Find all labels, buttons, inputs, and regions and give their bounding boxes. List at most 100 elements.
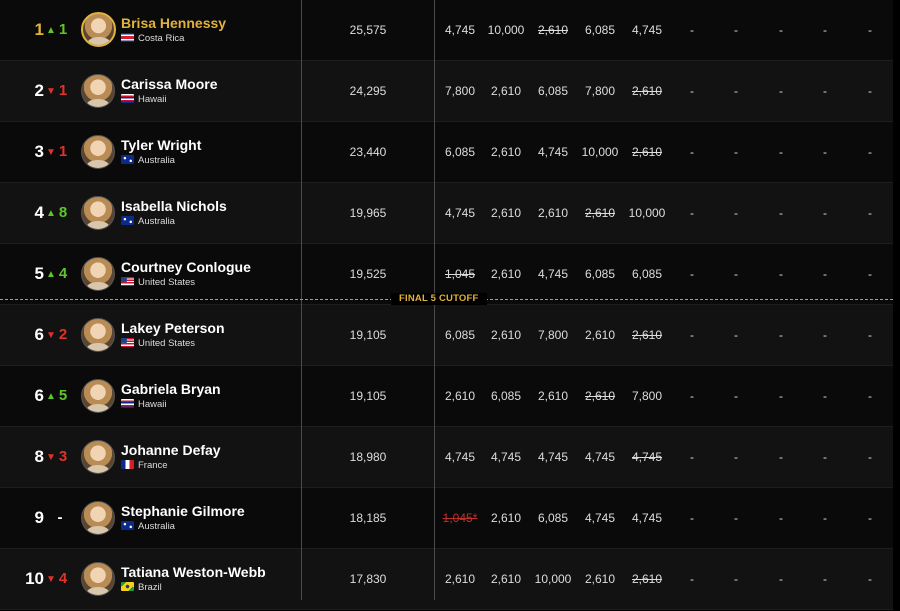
event-score: 2,610: [490, 84, 522, 98]
athlete-country: Hawaii: [121, 94, 167, 106]
rankings-table: 1 ▲ 1 Brisa Hennessy Costa Rica 25,575 4,745 10…: [0, 0, 893, 610]
rank-change: ▼ 2: [46, 326, 68, 343]
event-score-empty: -: [868, 450, 872, 464]
event-score-empty: -: [823, 389, 827, 403]
event-score: 6,085: [537, 84, 569, 98]
event-score-empty: -: [690, 572, 694, 586]
event-score-empty: -: [779, 389, 783, 403]
table-row[interactable]: 6 ▼ 2 Lakey Peterson United States 19,105 6,08…: [0, 305, 893, 366]
rank: 1: [34, 20, 44, 39]
athlete-country: Australia: [121, 155, 175, 167]
table-row[interactable]: 10 ▼ 4 Tatiana Weston-Webb Brazil 17,830 2,610…: [0, 549, 893, 610]
avatar[interactable]: [81, 562, 115, 596]
event-score-empty: -: [734, 389, 738, 403]
event-score: 4,745: [444, 23, 476, 37]
avatar[interactable]: [81, 257, 115, 291]
athlete-name[interactable]: Brisa Hennessy: [121, 15, 226, 31]
table-row[interactable]: 4 ▲ 8 Isabella Nichols Australia 19,965 4,745 2…: [0, 183, 893, 244]
avatar[interactable]: [81, 135, 115, 169]
athlete-country: Hawaii: [121, 399, 167, 411]
athlete-name[interactable]: Johanne Defay: [121, 442, 221, 458]
event-score-empty: -: [779, 206, 783, 220]
arrow-down-icon: ▼: [46, 574, 56, 585]
rank: 9: [34, 508, 44, 527]
table-row[interactable]: 9- Stephanie Gilmore Australia 18,185 1,045*…: [0, 488, 893, 549]
athlete-name[interactable]: Gabriela Bryan: [121, 381, 221, 397]
arrow-down-icon: ▼: [46, 147, 56, 158]
event-score: 6,085: [537, 511, 569, 525]
event-score: 2,610: [584, 572, 616, 586]
total-points: 25,575: [349, 23, 387, 37]
arrow-up-icon: ▲: [46, 208, 56, 219]
avatar[interactable]: [81, 501, 115, 535]
event-score: 4,745: [444, 206, 476, 220]
event-score: 6,085: [490, 389, 522, 403]
rank: 10: [25, 569, 44, 588]
event-score-empty: -: [868, 206, 872, 220]
avatar[interactable]: [81, 196, 115, 230]
event-score: 2,610: [631, 145, 663, 159]
table-row[interactable]: 6 ▲ 5 Gabriela Bryan Hawaii 19,105 2,610 6,085 2…: [0, 366, 893, 427]
table-row[interactable]: 1 ▲ 1 Brisa Hennessy Costa Rica 25,575 4,745 10…: [0, 0, 893, 61]
athlete-name[interactable]: Stephanie Gilmore: [121, 503, 245, 519]
event-score: 2,610: [490, 572, 522, 586]
event-score: 4,745: [537, 267, 569, 281]
avatar[interactable]: [81, 74, 115, 108]
event-score-empty: -: [779, 511, 783, 525]
event-score: 10,000: [628, 206, 666, 220]
event-score: 4,745: [631, 511, 663, 525]
athlete-name[interactable]: Tatiana Weston-Webb: [121, 564, 266, 580]
table-row[interactable]: 2 ▼ 1 Carissa Moore Hawaii 24,295 7,800 2,610 6,…: [0, 61, 893, 122]
avatar[interactable]: [81, 12, 116, 47]
event-score: 6,085: [444, 328, 476, 342]
usa-flag-icon: [121, 277, 134, 286]
event-score: 7,800: [537, 328, 569, 342]
athlete-name[interactable]: Tyler Wright: [121, 137, 201, 153]
rank: 2: [34, 81, 44, 100]
event-score-empty: -: [823, 511, 827, 525]
rank: 5: [34, 264, 44, 283]
event-score-empty: -: [734, 206, 738, 220]
arrow-down-icon: ▼: [46, 86, 56, 97]
athlete-name[interactable]: Carissa Moore: [121, 76, 217, 92]
event-score-empty: -: [868, 145, 872, 159]
athlete-name[interactable]: Isabella Nichols: [121, 198, 227, 214]
event-score: 2,610: [631, 572, 663, 586]
event-score-empty: -: [690, 267, 694, 281]
australia-flag-icon: [121, 521, 134, 530]
event-score-empty: -: [734, 511, 738, 525]
event-score: 2,610: [584, 328, 616, 342]
event-score-empty: -: [779, 84, 783, 98]
cutoff-label: FINAL 5 CUTOFF: [391, 293, 487, 305]
event-score-empty: -: [823, 206, 827, 220]
table-row[interactable]: 3 ▼ 1 Tyler Wright Australia 23,440 6,085 2,610…: [0, 122, 893, 183]
rank-change: -: [57, 509, 63, 526]
event-score: 2,610: [537, 23, 569, 37]
event-score-empty: -: [823, 84, 827, 98]
arrow-up-icon: ▲: [46, 391, 56, 402]
event-score: 2,610: [631, 84, 663, 98]
event-score-empty: -: [823, 267, 827, 281]
event-score-empty: -: [690, 450, 694, 464]
event-score-empty: -: [690, 23, 694, 37]
australia-flag-icon: [121, 155, 134, 164]
event-score: 4,745: [584, 511, 616, 525]
event-score: 6,085: [584, 23, 616, 37]
rank-change: ▲ 4: [46, 265, 68, 282]
avatar[interactable]: [81, 379, 115, 413]
table-row[interactable]: 8 ▼ 3 Johanne Defay France 18,980 4,745 4,745 4,…: [0, 427, 893, 488]
event-score-empty: -: [734, 450, 738, 464]
event-score: 10,000: [534, 572, 572, 586]
rank-change: ▲ 8: [46, 204, 68, 221]
event-score-empty: -: [868, 511, 872, 525]
rank-change: ▼ 1: [46, 143, 68, 160]
avatar[interactable]: [81, 440, 115, 474]
event-score: 4,745: [631, 450, 663, 464]
event-score-empty: -: [690, 84, 694, 98]
event-score-empty: -: [868, 267, 872, 281]
rank-change: ▼ 1: [46, 82, 68, 99]
athlete-name[interactable]: Courtney Conlogue: [121, 259, 251, 275]
avatar[interactable]: [81, 318, 115, 352]
athlete-name[interactable]: Lakey Peterson: [121, 320, 225, 336]
arrow-up-icon: ▲: [46, 25, 56, 36]
